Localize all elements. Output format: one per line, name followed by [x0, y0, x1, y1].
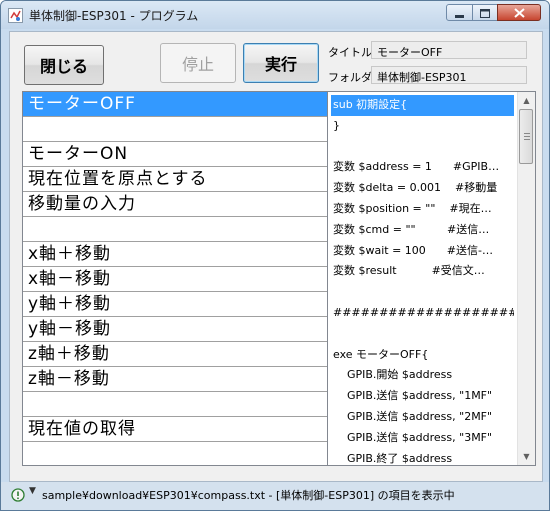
minimize-button[interactable]	[446, 4, 473, 21]
minimize-icon	[455, 3, 464, 22]
code-line[interactable]: 変数 $address = 1 #GPIB…	[331, 157, 514, 178]
list-item[interactable]	[23, 117, 328, 142]
status-text: sample¥download¥ESP301¥compass.txt - [単体…	[42, 489, 455, 502]
code-line[interactable]: 変数 $position = "" #現在…	[331, 199, 514, 220]
folder-field-label: フォルダ	[328, 71, 372, 84]
list-item[interactable]: 現在位置を原点とする	[23, 167, 328, 192]
code-view[interactable]: sub 初期設定{ } 変数 $address = 1 #GPIB… 変数 $d…	[327, 91, 536, 466]
program-window: 単体制御-ESP301 - プログラム 閉じる 停止 実行 タイトル モーターO…	[0, 0, 550, 511]
code-line[interactable]	[331, 324, 514, 345]
close-window-button[interactable]	[497, 4, 541, 21]
program-window-icon	[8, 8, 23, 23]
list-item[interactable]: x軸＋移動	[23, 242, 328, 267]
run-button[interactable]: 実行	[243, 43, 319, 83]
code-line[interactable]: GPIB.送信 $address, "2MF"	[331, 407, 514, 428]
scrollbar-thumb[interactable]	[519, 109, 533, 164]
code-line[interactable]: 変数 $cmd = "" #送信…	[331, 220, 514, 241]
close-icon	[513, 3, 525, 22]
code-line[interactable]: GPIB.開始 $address	[331, 365, 514, 386]
list-item[interactable]: 移動量の入力	[23, 192, 328, 217]
code-line[interactable]: exe モーターOFF{	[331, 345, 514, 366]
code-line[interactable]	[331, 282, 514, 303]
list-item[interactable]: 現在値の取得	[23, 417, 328, 442]
title-bar[interactable]: 単体制御-ESP301 - プログラム	[1, 1, 549, 29]
maximize-icon	[480, 3, 490, 22]
folder-field: 単体制御-ESP301	[371, 66, 527, 84]
scroll-down-arrow-icon[interactable]: ▼	[518, 448, 535, 465]
code-line[interactable]: GPIB.送信 $address, "3MF"	[331, 428, 514, 449]
list-item[interactable]: z軸＋移動	[23, 342, 328, 367]
maximize-button[interactable]	[472, 4, 498, 21]
status-bar: ▼ sample¥download¥ESP301¥compass.txt - […	[1, 482, 549, 510]
chevron-down-icon[interactable]: ▼	[29, 486, 36, 496]
command-list[interactable]: モーターOFF モーターON 現在位置を原点とする 移動量の入力 x軸＋移動 x…	[22, 91, 329, 466]
client-area: 閉じる 停止 実行 タイトル モーターOFF フォルダ 単体制御-ESP301 …	[9, 31, 543, 482]
list-item[interactable]	[23, 442, 328, 465]
list-item[interactable]: モーターOFF	[23, 92, 328, 117]
code-line[interactable]: GPIB.送信 $address, "1MF"	[331, 386, 514, 407]
scroll-up-arrow-icon[interactable]: ▲	[518, 92, 535, 109]
code-scrollbar[interactable]: ▲ ▼	[517, 92, 535, 465]
code-line[interactable]: 変数 $wait = 100 #送信-…	[331, 241, 514, 262]
list-item[interactable]: モーターON	[23, 142, 328, 167]
code-line[interactable]	[331, 137, 514, 158]
code-line[interactable]: GPIB.終了 $address	[331, 449, 514, 465]
code-line[interactable]: 変数 $result #受信文…	[331, 261, 514, 282]
code-line[interactable]: }	[331, 116, 514, 137]
list-item[interactable]: y軸＋移動	[23, 292, 328, 317]
list-item[interactable]	[23, 217, 328, 242]
list-item[interactable]: x軸－移動	[23, 267, 328, 292]
window-title: 単体制御-ESP301 - プログラム	[29, 9, 199, 23]
code-line[interactable]: sub 初期設定{	[331, 95, 514, 116]
list-item[interactable]	[23, 392, 328, 417]
code-line[interactable]: ##################### プロ…	[331, 303, 514, 324]
code-line[interactable]: 変数 $delta = 0.001 #移動量	[331, 178, 514, 199]
close-button[interactable]: 閉じる	[24, 45, 104, 85]
info-icon[interactable]	[11, 488, 25, 502]
list-item[interactable]: z軸－移動	[23, 367, 328, 392]
title-field-label: タイトル	[328, 46, 372, 59]
stop-button[interactable]: 停止	[160, 43, 236, 83]
list-item[interactable]: y軸－移動	[23, 317, 328, 342]
title-field: モーターOFF	[371, 41, 527, 59]
